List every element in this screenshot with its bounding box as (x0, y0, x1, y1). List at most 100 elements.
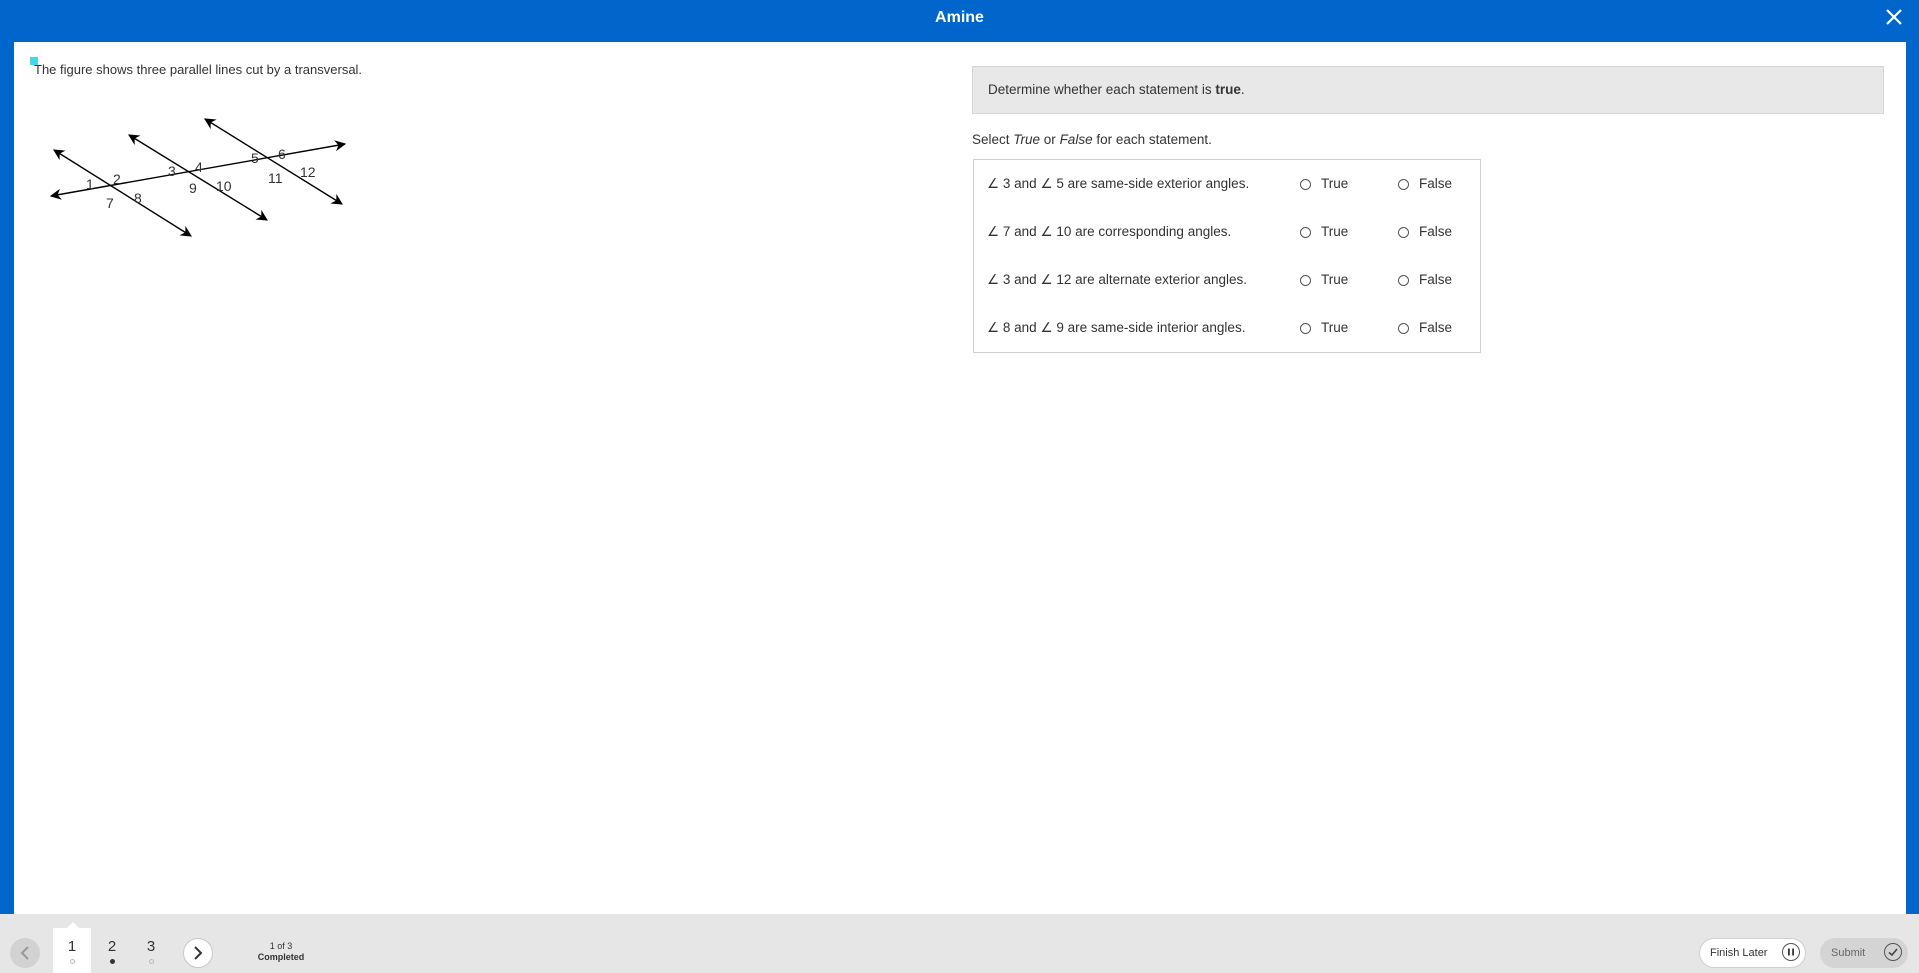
angle-symbol: ∠ (987, 224, 1000, 239)
question-tab-3[interactable]: 3 (132, 928, 170, 973)
radio-button[interactable] (1300, 275, 1311, 286)
statement-row: ∠ 3 and ∠ 5 are same-side exterior angle… (974, 160, 1480, 208)
parallel-lines-figure: 1 2 3 4 5 6 7 8 9 10 11 12 (49, 118, 347, 237)
angle-label: 12 (300, 164, 316, 180)
check-icon (1884, 943, 1902, 961)
next-question-button[interactable] (183, 938, 213, 968)
and-word: and (1014, 176, 1037, 191)
question-tab-1[interactable]: 1 (53, 928, 91, 973)
false-radio-option[interactable]: False (1398, 318, 1468, 338)
statement-text: ∠ 7 and ∠ 10 are corresponding angles. (987, 224, 1231, 240)
and-word: and (1014, 320, 1037, 335)
select-false-word: False (1059, 132, 1093, 147)
true-label: True (1321, 272, 1349, 287)
angle-symbol: ∠ (1040, 224, 1053, 239)
radio-button[interactable] (1300, 227, 1311, 238)
statement-text: ∠ 8 and ∠ 9 are same-side interior angle… (987, 320, 1245, 336)
select-text: for each statement. (1092, 132, 1212, 147)
close-icon[interactable] (1879, 2, 1909, 32)
select-text: or (1040, 132, 1060, 147)
angle-label: 3 (168, 163, 176, 179)
previous-question-button[interactable] (10, 938, 40, 968)
true-label: True (1321, 224, 1349, 239)
instruction-box: Determine whether each statement is true… (972, 66, 1884, 114)
false-label: False (1419, 272, 1453, 287)
statement-rest: are same-side interior angles. (1067, 320, 1246, 335)
question-prompt: The figure shows three parallel lines cu… (34, 62, 363, 77)
progress-count: 1 of 3 (269, 941, 293, 951)
angle-symbol: ∠ (1040, 272, 1053, 287)
angle-number: 3 (1002, 272, 1011, 287)
false-label: False (1419, 320, 1453, 335)
statement-rest: are alternate exterior angles. (1075, 272, 1247, 287)
angle-number: 7 (1002, 224, 1011, 239)
angle-label: 1 (86, 176, 94, 192)
angle-number: 8 (1002, 320, 1011, 335)
false-radio-option[interactable]: False (1398, 270, 1468, 290)
submit-label: Submit (1831, 947, 1866, 959)
angle-label: 6 (278, 146, 286, 162)
question-tab-2[interactable]: 2 (93, 928, 131, 973)
parallel-line-2 (128, 134, 268, 221)
statement-rest: are same-side exterior angles. (1067, 176, 1250, 191)
true-label: True (1321, 176, 1349, 191)
statement-text: ∠ 3 and ∠ 12 are alternate exterior angl… (987, 272, 1247, 288)
finish-later-label: Finish Later (1710, 947, 1768, 959)
radio-button[interactable] (1398, 227, 1409, 238)
statement-row: ∠ 7 and ∠ 10 are corresponding angles. T… (974, 208, 1480, 256)
false-radio-option[interactable]: False (1398, 174, 1468, 194)
select-instruction: Select True or False for each statement. (972, 132, 1212, 147)
statement-rest: are corresponding angles. (1075, 224, 1232, 239)
false-radio-option[interactable]: False (1398, 222, 1468, 242)
angle-label: 5 (251, 150, 259, 166)
angle-label: 7 (106, 195, 114, 211)
activity-title: Amine (935, 9, 984, 26)
bottom-navigation-bar: 1 2 3 1 of 3 Completed Finish Later Subm… (0, 914, 1919, 973)
angle-label: 8 (134, 190, 142, 206)
statement-text: ∠ 3 and ∠ 5 are same-side exterior angle… (987, 176, 1249, 192)
radio-button[interactable] (1300, 179, 1311, 190)
radio-button[interactable] (1398, 323, 1409, 334)
angle-number: 9 (1056, 320, 1064, 335)
status-dot (148, 959, 154, 964)
statement-row: ∠ 8 and ∠ 9 are same-side interior angle… (974, 304, 1480, 352)
true-label: True (1321, 320, 1349, 335)
angle-number: 10 (1056, 224, 1072, 239)
submit-button[interactable]: Submit (1820, 938, 1908, 968)
chevron-right-icon (194, 946, 203, 960)
select-text: Select (972, 132, 1014, 147)
true-radio-option[interactable]: True (1300, 270, 1370, 290)
false-label: False (1419, 176, 1453, 191)
angle-number: 3 (1002, 176, 1011, 191)
finish-later-button[interactable]: Finish Later (1699, 938, 1806, 968)
angle-number: 5 (1056, 176, 1064, 191)
progress-indicator: 1 of 3 Completed (246, 941, 316, 963)
chevron-left-icon (20, 946, 29, 960)
status-dot (69, 959, 75, 964)
and-word: and (1014, 272, 1037, 287)
angle-number: 12 (1056, 272, 1072, 287)
status-dot (109, 959, 115, 964)
angle-symbol: ∠ (987, 272, 1000, 287)
angle-symbol: ∠ (1040, 320, 1053, 335)
select-true-word: True (1013, 132, 1041, 147)
statement-row: ∠ 3 and ∠ 12 are alternate exterior angl… (974, 256, 1480, 304)
question-panel: The figure shows three parallel lines cu… (14, 42, 1906, 914)
angle-label: 2 (113, 171, 121, 187)
angle-label: 11 (268, 170, 283, 186)
statements-table: ∠ 3 and ∠ 5 are same-side exterior angle… (973, 159, 1481, 353)
tab-number: 1 (67, 938, 77, 955)
angle-symbol: ∠ (987, 320, 1000, 335)
true-radio-option[interactable]: True (1300, 174, 1370, 194)
radio-button[interactable] (1398, 179, 1409, 190)
instruction-emphasis: true (1215, 82, 1241, 97)
angle-label: 4 (195, 159, 203, 175)
pause-icon (1782, 943, 1800, 961)
true-radio-option[interactable]: True (1300, 318, 1370, 338)
tab-number: 2 (107, 938, 117, 955)
true-radio-option[interactable]: True (1300, 222, 1370, 242)
tab-number: 3 (146, 938, 156, 955)
false-label: False (1419, 224, 1453, 239)
radio-button[interactable] (1300, 323, 1311, 334)
radio-button[interactable] (1398, 275, 1409, 286)
